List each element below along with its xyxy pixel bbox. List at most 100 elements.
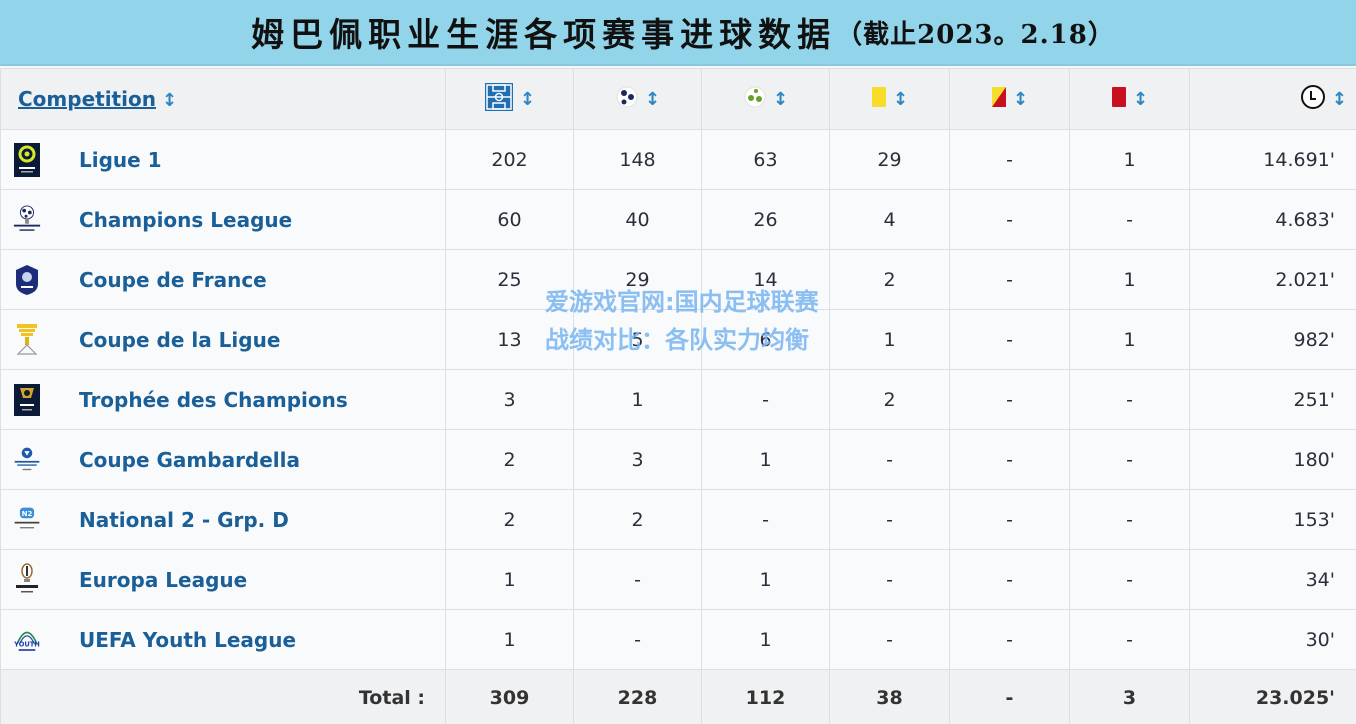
cell-appearances: 60: [445, 189, 574, 250]
cell-goals: 1: [573, 369, 702, 430]
cell-appearances: 13: [445, 309, 574, 370]
cell-yellow-red-cards: -: [949, 249, 1070, 310]
totals-row: Total : 309 228 112 38 - 3 23.025': [0, 669, 1356, 724]
total-appearances: 309: [445, 669, 574, 724]
cell-minutes: 34': [1189, 549, 1356, 610]
cell-red-cards: -: [1069, 489, 1190, 550]
cell-yellow-cards: 2: [829, 249, 950, 310]
cell-red-cards: -: [1069, 369, 1190, 430]
cell-minutes: 251': [1189, 369, 1356, 430]
cell-appearances: 25: [445, 249, 574, 310]
table-row: Ligue 1 202 148 63 29-1 14.691': [0, 129, 1356, 190]
ligue1-logo: [12, 142, 42, 177]
competition-link[interactable]: Europa League: [79, 568, 247, 592]
header-goals[interactable]: ↕: [573, 68, 702, 130]
sort-icon[interactable]: ↕: [1133, 89, 1148, 110]
competition-link[interactable]: Coupe de la Ligue: [79, 328, 280, 352]
cell-assists: 1: [701, 609, 830, 670]
sort-icon[interactable]: ↕: [645, 89, 660, 110]
banner-title: 姆巴佩职业生涯各项赛事进球数据: [251, 15, 837, 54]
cell-goals: 40: [573, 189, 702, 250]
competition-link[interactable]: Champions League: [79, 208, 292, 232]
table-row: N2 National 2 - Grp. D 2 2- - - -153': [0, 489, 1356, 550]
sort-icon[interactable]: ↕: [1013, 89, 1028, 110]
total-goals: 228: [573, 669, 702, 724]
competition-cell: YOUTH UEFA Youth League: [0, 609, 446, 670]
coupe-de-la-ligue-logo: [12, 323, 42, 357]
sort-icon[interactable]: ↕: [162, 90, 177, 111]
total-yellow-cards: 38: [829, 669, 950, 724]
cell-assists: 63: [701, 129, 830, 190]
cell-yellow-red-cards: -: [949, 369, 1070, 430]
yellow-red-card-icon: [991, 86, 1007, 113]
cell-goals: 3: [573, 429, 702, 490]
sort-icon[interactable]: ↕: [773, 89, 788, 110]
sort-icon[interactable]: ↕: [1332, 89, 1347, 110]
cell-goals: -: [573, 549, 702, 610]
coupe-gambardella-logo: [12, 443, 42, 477]
uefa-youth-league-logo: YOUTH: [12, 623, 42, 657]
header-assists[interactable]: ↕: [701, 68, 830, 130]
banner-subtitle: （截止2023。2.18）: [836, 19, 1115, 50]
cell-appearances: 2: [445, 489, 574, 550]
header-minutes[interactable]: ↕: [1189, 68, 1356, 130]
competition-link[interactable]: UEFA Youth League: [79, 628, 296, 652]
competition-cell-content: Champions League: [1, 191, 445, 249]
competition-cell-content: Coupe de la Ligue: [1, 311, 445, 369]
competition-cell: N2 National 2 - Grp. D: [0, 489, 446, 550]
cell-red-cards: 1: [1069, 129, 1190, 190]
cell-yellow-red-cards: -: [949, 609, 1070, 670]
competition-cell-content: Europa League: [1, 551, 445, 609]
header-yellow-red-cards[interactable]: ↕: [949, 68, 1070, 130]
competition-link[interactable]: National 2 - Grp. D: [79, 508, 289, 532]
cell-yellow-red-cards: -: [949, 489, 1070, 550]
total-yellow-red-cards: -: [949, 669, 1070, 724]
competition-sort-link[interactable]: Competition: [18, 87, 156, 111]
cell-goals: 148: [573, 129, 702, 190]
cell-assists: -: [701, 369, 830, 430]
clock-minutes-icon: [1300, 84, 1326, 115]
yellow-card-icon: [871, 86, 887, 113]
header-red-cards[interactable]: ↕: [1069, 68, 1190, 130]
sort-icon[interactable]: ↕: [520, 89, 535, 110]
competition-cell: Champions League: [0, 189, 446, 250]
competition-link[interactable]: Coupe Gambardella: [79, 448, 300, 472]
cell-yellow-cards: 1: [829, 309, 950, 370]
table-row: Trophée des Champions 3 1-2- -251': [0, 369, 1356, 430]
competition-cell: Europa League: [0, 549, 446, 610]
cell-minutes: 153': [1189, 489, 1356, 550]
cell-assists: -: [701, 489, 830, 550]
cell-red-cards: 1: [1069, 249, 1190, 310]
cell-yellow-red-cards: -: [949, 549, 1070, 610]
cell-assists: 1: [701, 549, 830, 610]
competition-link[interactable]: Coupe de France: [79, 268, 267, 292]
cell-yellow-red-cards: -: [949, 309, 1070, 370]
cell-yellow-cards: 29: [829, 129, 950, 190]
cell-goals: 2: [573, 489, 702, 550]
competition-cell-content: Trophée des Champions: [1, 371, 445, 429]
cell-red-cards: -: [1069, 429, 1190, 490]
cell-yellow-cards: -: [829, 489, 950, 550]
cell-yellow-cards: 4: [829, 189, 950, 250]
header-appearances[interactable]: ↕: [445, 68, 574, 130]
table-row: Europa League 1-1- - -34': [0, 549, 1356, 610]
cell-yellow-cards: 2: [829, 369, 950, 430]
cell-goals: 29: [573, 249, 702, 310]
header-competition[interactable]: Competition ↕: [0, 68, 446, 130]
total-red-cards: 3: [1069, 669, 1190, 724]
ball-goals-icon: [615, 85, 639, 114]
competition-cell: Coupe Gambardella: [0, 429, 446, 490]
competition-link[interactable]: Ligue 1: [79, 148, 162, 172]
coupe-de-france-logo: [12, 263, 42, 297]
header-yellow-cards[interactable]: ↕: [829, 68, 950, 130]
cell-yellow-cards: -: [829, 549, 950, 610]
competition-cell: Ligue 1: [0, 129, 446, 190]
trophee-des-champions-logo: [12, 383, 42, 417]
cell-yellow-cards: -: [829, 429, 950, 490]
table-row: Coupe Gambardella 2 3 1- - -180': [0, 429, 1356, 490]
cell-minutes: 14.691': [1189, 129, 1356, 190]
cell-minutes: 4.683': [1189, 189, 1356, 250]
competition-link[interactable]: Trophée des Champions: [79, 388, 348, 412]
cell-yellow-red-cards: -: [949, 429, 1070, 490]
sort-icon[interactable]: ↕: [893, 89, 908, 110]
